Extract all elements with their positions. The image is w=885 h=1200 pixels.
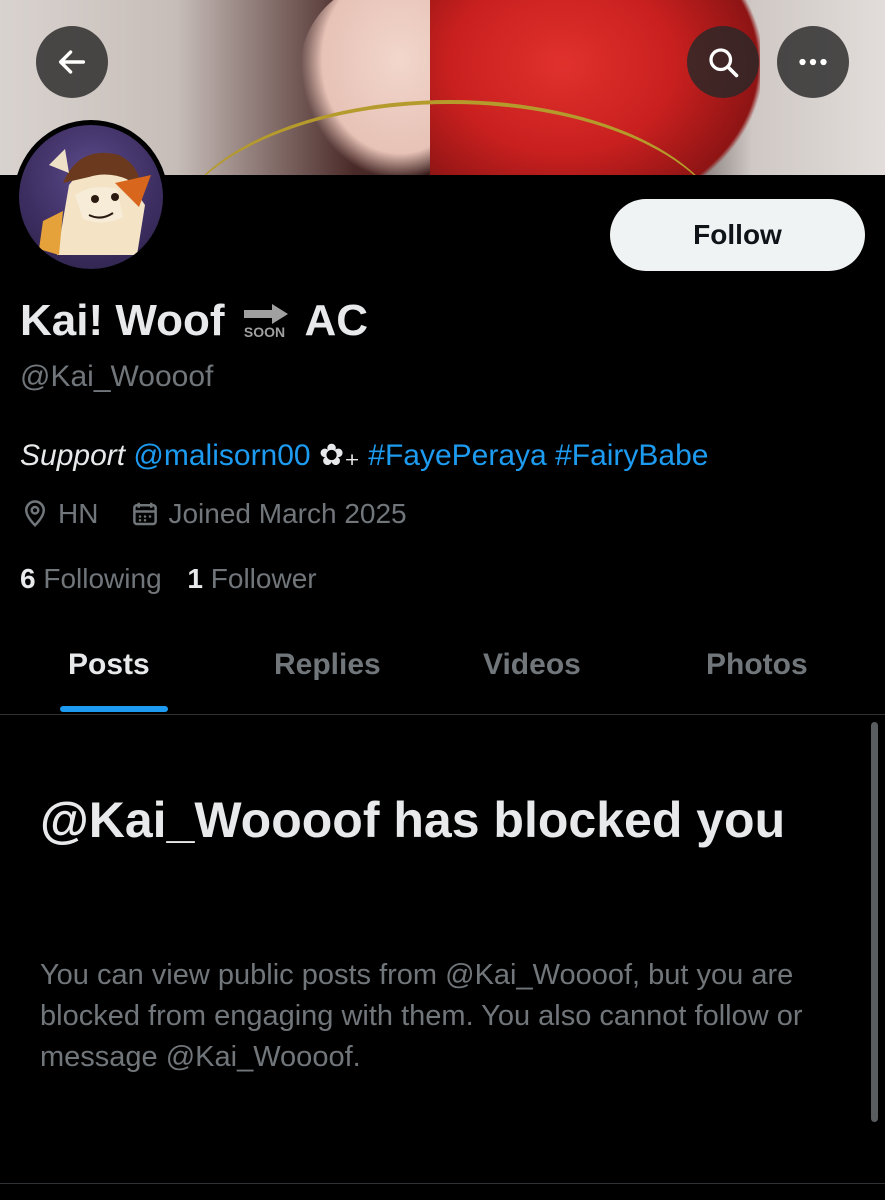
- back-button[interactable]: [36, 26, 108, 98]
- blocked-title: @Kai_Woooof has blocked you: [40, 792, 786, 848]
- scrollbar[interactable]: [871, 722, 878, 1122]
- furry-avatar-icon: [39, 149, 151, 255]
- divider: [0, 1183, 885, 1184]
- avatar-image: [19, 125, 163, 269]
- avatar[interactable]: [14, 120, 168, 274]
- search-button[interactable]: [687, 26, 759, 98]
- arrow-left-icon: [58, 50, 86, 74]
- bio-flower: ✿₊: [318, 439, 360, 472]
- bio-hashtag-link[interactable]: #FayePeraya: [368, 439, 546, 472]
- active-tab-indicator: [60, 706, 168, 712]
- search-icon: [709, 48, 739, 78]
- calendar-icon: [133, 502, 158, 526]
- bio-prefix: Support: [20, 439, 126, 472]
- profile-tabs: Posts Replies Videos Photos: [0, 630, 885, 715]
- display-name: Kai! Woof SOON AC: [20, 296, 368, 346]
- bio: Support @malisorn00 ✿₊ #FayePeraya #Fair…: [20, 438, 708, 473]
- tab-photos[interactable]: Photos: [706, 648, 808, 682]
- follow-button[interactable]: Follow: [610, 199, 865, 271]
- joined-text: Joined March 2025: [168, 498, 407, 529]
- joined-date: Joined March 2025: [130, 498, 407, 530]
- following-link[interactable]: 6 Following: [20, 563, 162, 594]
- followers-link[interactable]: 1 Follower: [187, 563, 316, 594]
- location-text: HN: [58, 498, 99, 529]
- more-horizontal-icon: [799, 58, 827, 66]
- bio-hashtag-link[interactable]: #FairyBabe: [555, 439, 708, 472]
- follow-counts: 6 Following 1 Follower: [20, 563, 317, 595]
- location: HN: [20, 498, 98, 530]
- location-pin-icon: [24, 500, 46, 527]
- following-count: 6: [20, 563, 36, 594]
- bio-mention-link[interactable]: @malisorn00: [133, 439, 310, 472]
- tab-posts[interactable]: Posts: [68, 648, 150, 682]
- profile-meta: HN Joined March 2025: [20, 498, 407, 530]
- soon-arrow-emoji: SOON: [239, 302, 291, 340]
- more-button[interactable]: [777, 26, 849, 98]
- following-label: Following: [43, 563, 162, 594]
- tab-videos[interactable]: Videos: [483, 648, 581, 682]
- tab-replies[interactable]: Replies: [274, 648, 381, 682]
- followers-label: Follower: [210, 563, 317, 594]
- soon-text: SOON: [243, 324, 286, 340]
- blocked-message: You can view public posts from @Kai_Wooo…: [40, 959, 803, 1074]
- followers-count: 1: [187, 563, 203, 594]
- soon-arrow-icon: [243, 304, 288, 324]
- display-name-part2: AC: [304, 296, 369, 345]
- display-name-part1: Kai! Woof: [20, 296, 225, 345]
- user-handle: @Kai_Woooof: [20, 360, 214, 393]
